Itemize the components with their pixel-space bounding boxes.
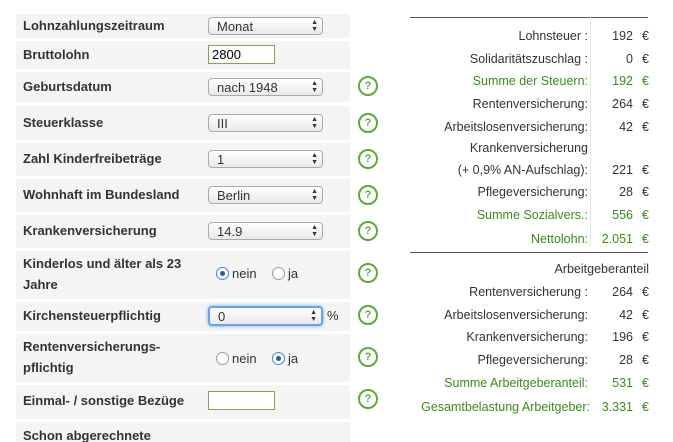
help-icon[interactable]: ?: [358, 389, 378, 409]
select-arrows-icon: ▲ ▼: [311, 80, 318, 94]
help-icon[interactable]: ?: [358, 305, 378, 325]
select-arrows-icon: ▲ ▼: [311, 224, 318, 238]
church-tax-select[interactable]: 0 ▲ ▼: [208, 306, 323, 326]
child-allowances-label: Zahl Kinderfreibeträge: [23, 151, 162, 166]
pay-period-label: Lohnzahlungszeitraum: [23, 18, 165, 33]
pay-period-select[interactable]: Monat ▲ ▼: [208, 17, 323, 35]
birthdate-select[interactable]: nach 1948 ▲ ▼: [208, 78, 323, 96]
result-total-social: Summe Sozialvers.: 556 €: [476, 208, 649, 222]
row-pension-liable: Rentenversicherungs- pflichtig nein ja: [16, 334, 350, 382]
gross-salary-input[interactable]: 2800: [208, 45, 275, 64]
row-birthdate: Geburtsdatum nach 1948 ▲ ▼: [16, 72, 350, 102]
row-health-insurance: Krankenversicherung 14.9 ▲ ▼: [16, 215, 350, 248]
employer-pension-insurance: Rentenversicherung : 264 €: [469, 285, 649, 299]
help-icon[interactable]: ?: [358, 263, 378, 283]
health-insurance-label: Krankenversicherung: [23, 223, 157, 238]
state-select[interactable]: Berlin ▲ ▼: [208, 186, 323, 204]
one-off-payments-input[interactable]: [208, 391, 275, 410]
gross-salary-label: Bruttolohn: [23, 47, 90, 62]
state-label: Wohnhaft im Bundesland: [23, 187, 180, 202]
select-arrows-icon: ▲ ▼: [311, 188, 318, 202]
result-total-taxes: Summe der Steuern: 192 €: [472, 74, 649, 88]
childless-yes-label[interactable]: ja: [288, 266, 298, 281]
child-allowances-select[interactable]: 1 ▲ ▼: [208, 150, 323, 168]
select-arrows-icon: ▲ ▼: [311, 152, 318, 166]
select-arrows-icon: ▲ ▼: [310, 309, 317, 323]
help-icon[interactable]: ?: [358, 113, 378, 133]
results-mid-rule: [410, 252, 648, 253]
already-settled-label: Schon abgerechnete: [23, 428, 151, 442]
employer-total-share: Summe Arbeitgeberanteil: 531 €: [444, 376, 649, 390]
childless-yes-radio[interactable]: [272, 267, 285, 280]
row-child-allowances: Zahl Kinderfreibeträge 1 ▲ ▼: [16, 143, 350, 176]
pension-no-radio[interactable]: [216, 352, 229, 365]
result-health-insurance-heading: Krankenversicherung: [469, 141, 588, 155]
one-off-payments-label: Einmal- / sonstige Bezüge: [23, 393, 185, 408]
row-church-tax: Kirchensteuerpflichtig 0 ▲ ▼ %: [16, 302, 350, 331]
pension-liable-label-line2: pflichtig: [23, 360, 74, 375]
help-icon[interactable]: ?: [358, 221, 378, 241]
employer-total-cost: Gesamtbelastung Arbeitgeber: 3.331 €: [421, 400, 649, 414]
health-insurance-select[interactable]: 14.9 ▲ ▼: [208, 222, 323, 240]
tax-class-label: Steuerklasse: [23, 115, 104, 130]
pension-no-label[interactable]: nein: [232, 351, 257, 366]
childless-no-radio[interactable]: [216, 267, 229, 280]
row-already-settled: Schon abgerechnete: [16, 422, 350, 442]
result-unemployment-insurance: Arbeitslosenversicherung: 42 €: [444, 120, 649, 134]
tax-class-select[interactable]: III ▲ ▼: [208, 114, 323, 132]
pension-yes-radio[interactable]: [272, 352, 285, 365]
select-arrows-icon: ▲ ▼: [311, 19, 318, 33]
church-tax-label: Kirchensteuerpflichtig: [23, 308, 161, 323]
help-icon[interactable]: ?: [358, 149, 378, 169]
childless-label-line1: Kinderlos und älter als 23: [23, 256, 182, 271]
result-health-insurance: (+ 0,9% AN-Aufschlag): 221 €: [457, 163, 649, 177]
select-arrows-icon: ▲ ▼: [311, 116, 318, 130]
employer-health-insurance: Krankenversicherung: 196 €: [466, 330, 649, 344]
birthdate-label: Geburtsdatum: [23, 79, 112, 94]
row-pay-period: Lohnzahlungszeitraum Monat ▲ ▼: [16, 14, 350, 38]
row-childless: Kinderlos und älter als 23 Jahre nein ja: [16, 251, 350, 299]
row-state: Wohnhaft im Bundesland Berlin ▲ ▼: [16, 179, 350, 212]
employer-unemployment-insurance: Arbeitslosenversicherung: 42 €: [444, 308, 649, 322]
help-icon[interactable]: ?: [358, 347, 378, 367]
results-top-rule: [410, 17, 648, 18]
result-care-insurance: Pflegeversicherung: 28 €: [477, 185, 649, 199]
row-gross-salary: Bruttolohn 2800: [16, 41, 350, 69]
help-icon[interactable]: ?: [358, 76, 378, 96]
pension-liable-label-line1: Rentenversicherungs-: [23, 339, 161, 354]
result-solidarity-surcharge: Solidaritätszuschlag : 0 €: [469, 52, 649, 66]
help-icon[interactable]: ?: [358, 185, 378, 205]
church-tax-unit: %: [327, 308, 339, 323]
result-wage-tax: Lohnsteuer : 192 €: [518, 29, 650, 43]
result-net-salary: Nettolohn: 2.051 €: [531, 232, 649, 246]
childless-label-line2: Jahre: [23, 277, 58, 292]
result-pension-insurance: Rentenversicherung: 264 €: [472, 97, 649, 111]
row-tax-class: Steuerklasse III ▲ ▼: [16, 106, 350, 140]
pension-yes-label[interactable]: ja: [288, 351, 298, 366]
employer-share-heading: Arbeitgeberanteil: [554, 262, 649, 276]
employer-care-insurance: Pflegeversicherung: 28 €: [477, 353, 649, 367]
row-one-off-payments: Einmal- / sonstige Bezüge: [16, 385, 350, 419]
childless-no-label[interactable]: nein: [232, 266, 257, 281]
